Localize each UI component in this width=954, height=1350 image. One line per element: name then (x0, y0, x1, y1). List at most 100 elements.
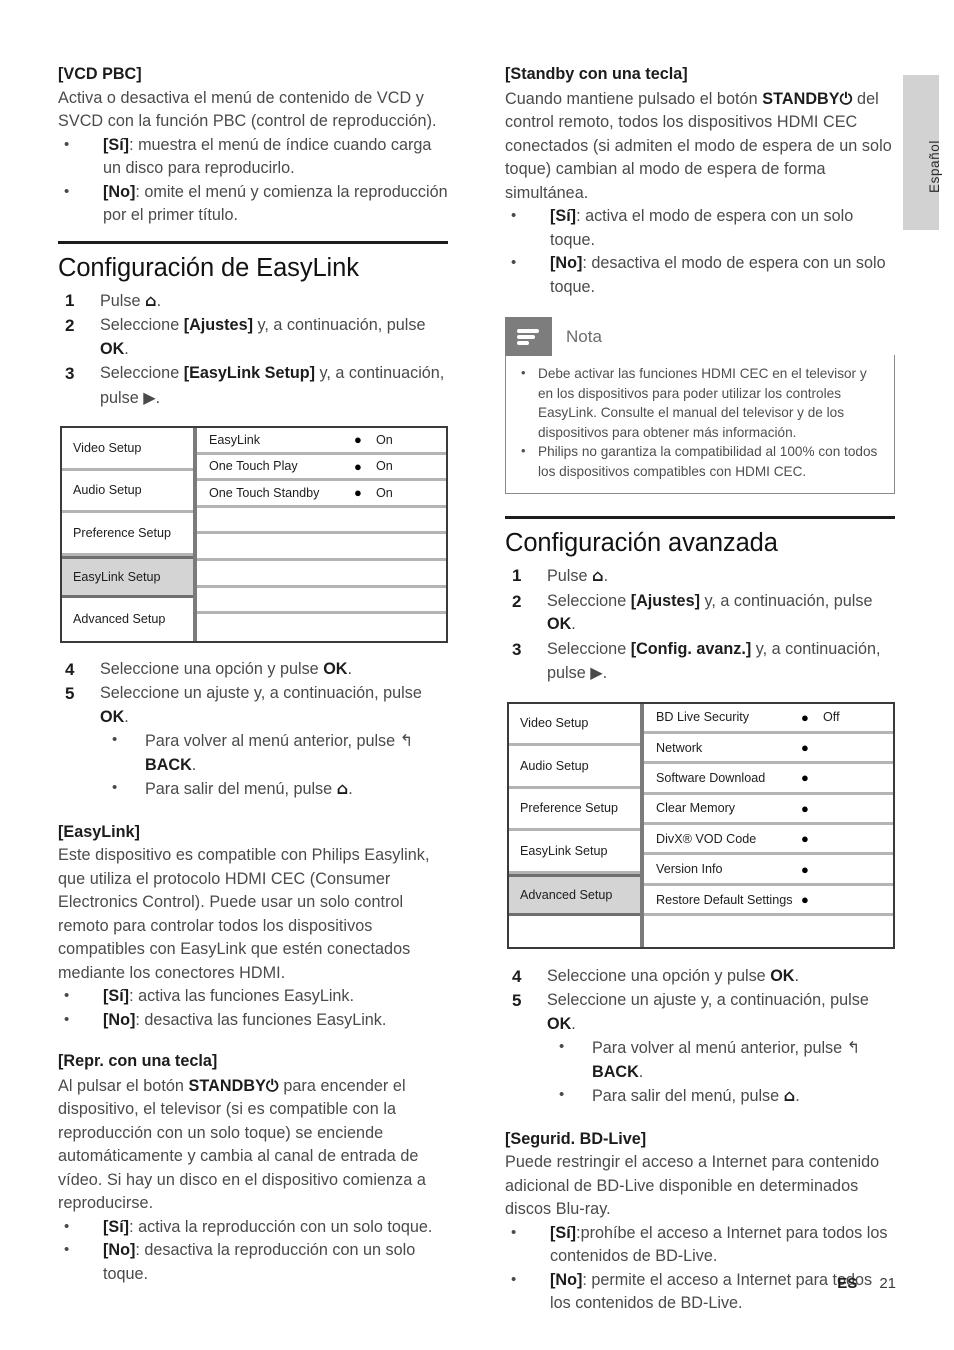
osd-row-empty (197, 588, 446, 615)
osd-row-divx-vod-code[interactable]: DivX® VOD Code ● (644, 825, 893, 856)
bullet-bold-key: BACK (592, 1062, 639, 1081)
bullet-text: : activa la reproducción con un solo toq… (129, 1217, 433, 1236)
home-icon: ⌂ (336, 779, 349, 799)
easylink-description-bullets: [Sí]: activa las funciones EasyLink. [No… (58, 984, 448, 1033)
bullet-dot-icon: ● (801, 800, 809, 816)
osd-left-item-easylink-setup[interactable]: EasyLink Setup (62, 555, 193, 598)
osd-left-item-video-setup[interactable]: Video Setup (509, 704, 640, 746)
step-text: Pulse (100, 291, 145, 310)
osd-row-value: On (376, 432, 393, 447)
language-side-tab-label: Español (927, 140, 942, 193)
home-icon: ⌂ (783, 1086, 796, 1106)
osd-row-version-info[interactable]: Version Info ● (644, 855, 893, 886)
bullet-dot-icon: ● (801, 770, 809, 786)
step-text-end: . (794, 966, 799, 985)
one-touch-standby-body: Cuando mantiene pulsado el botón STANDBY… (505, 87, 895, 206)
body-text: Cuando mantiene pulsado el botón (505, 89, 763, 108)
note-header: Nota (505, 317, 895, 356)
osd-row-label: Software Download (656, 770, 766, 785)
body-text: Al pulsar el botón (58, 1076, 189, 1095)
osd-left-item-audio-setup[interactable]: Audio Setup (509, 746, 640, 789)
home-icon: ⌂ (592, 566, 604, 585)
step-text: Seleccione una opción y pulse (100, 659, 324, 678)
step-number: 5 (65, 684, 75, 704)
osd-row-empty (197, 561, 446, 588)
list-item: Para volver al menú anterior, pulse ↰ BA… (547, 1035, 895, 1084)
page-body: [VCD PBC] Activa o desactiva el menú de … (58, 63, 896, 1316)
step-4: 4 Seleccione una opción y pulse OK. (58, 658, 448, 682)
step-text: Seleccione (100, 364, 184, 382)
step-sub-bullets: Para volver al menú anterior, pulse ↰ BA… (100, 728, 448, 802)
step-text-end: . (347, 659, 352, 678)
step-number: 1 (512, 566, 522, 585)
osd-left-item-advanced-setup[interactable]: Advanced Setup (509, 873, 640, 916)
easylink-description-heading: [EasyLink] (58, 822, 140, 841)
list-item: Philips no garantiza la compatibilidad a… (516, 441, 880, 481)
bullet-text: : muestra el menú de índice cuando carga… (103, 135, 432, 178)
language-side-tab: Español (903, 75, 942, 230)
list-item: [No]: omite el menú y comienza la reprod… (58, 180, 448, 228)
one-touch-standby-block: [Standby con una tecla] Cuando mantiene … (505, 63, 895, 299)
step-3: 3 Seleccione [Config. avanz.] y, a conti… (505, 638, 895, 686)
list-item: [No]: desactiva las funciones EasyLink. (58, 1008, 448, 1033)
osd-right-panel: EasyLink ● On One Touch Play ● On One To… (197, 428, 446, 641)
right-column: [Standby con una tecla] Cuando mantiene … (505, 63, 895, 1316)
bullet-text: : desactiva el modo de espera con un sol… (550, 254, 886, 296)
bullet-text: Para volver al menú anterior, pulse (145, 732, 400, 751)
osd-left-item-preference-setup[interactable]: Preference Setup (509, 789, 640, 831)
osd-row-network[interactable]: Network ● (644, 734, 893, 765)
osd-row-label: DivX® VOD Code (656, 831, 757, 846)
step-text-end: . (124, 339, 129, 358)
list-item: [No]: desactiva el modo de espera con un… (505, 251, 895, 299)
osd-row-label: Network (656, 740, 703, 755)
step-text-end: . (571, 1014, 576, 1033)
osd-row-label: Version Info (656, 862, 723, 877)
step-text: Seleccione un ajuste y, a continuación, … (100, 684, 422, 703)
list-item: Debe activar las funciones HDMI CEC en e… (516, 363, 880, 442)
osd-left-item-advanced-setup[interactable]: Advanced Setup (62, 598, 193, 641)
osd-left-item-audio-setup[interactable]: Audio Setup (62, 471, 193, 513)
osd-row-clear-memory[interactable]: Clear Memory ● (644, 795, 893, 826)
step-bold-key: OK (323, 659, 348, 678)
osd-left-item-easylink-setup[interactable]: EasyLink Setup (509, 831, 640, 874)
list-item: [Sí]: activa la reproducción con un solo… (58, 1215, 448, 1240)
power-icon: ⏻ (839, 88, 853, 108)
step-bold-key: OK (770, 966, 795, 985)
bullet-dot-icon: ● (354, 458, 362, 474)
osd-row-software-download[interactable]: Software Download ● (644, 764, 893, 795)
body-text-end: para encender el dispositivo, el televis… (58, 1076, 426, 1213)
osd-left-item-video-setup[interactable]: Video Setup (62, 428, 193, 471)
osd-row-restore-default-settings[interactable]: Restore Default Settings ● (644, 886, 893, 917)
bullet-text: Para volver al menú anterior, pulse (592, 1039, 847, 1058)
bullet-dot-icon: ● (801, 831, 809, 847)
bullet-term: [No] (103, 1241, 136, 1260)
step-bold-key: OK (100, 339, 125, 358)
step-number: 3 (65, 364, 75, 383)
list-item: [Sí]: activa el modo de espera con un so… (505, 204, 895, 252)
vcd-pbc-block: [VCD PBC] Activa o desactiva el menú de … (58, 63, 448, 228)
power-icon: ⏻ (265, 1075, 279, 1095)
osd-row-easylink[interactable]: EasyLink ● On (197, 428, 446, 455)
osd-left-item-preference-setup[interactable]: Preference Setup (62, 513, 193, 556)
back-arrow-icon: ↰ (399, 731, 414, 751)
bullet-text: :prohíbe el acceso a Internet para todos… (550, 1223, 888, 1266)
osd-row-one-touch-standby[interactable]: One Touch Standby ● On (197, 481, 446, 508)
easylink-steps-after: 4 Seleccione una opción y pulse OK. 5 Se… (58, 658, 448, 802)
standby-key-label: STANDBY (762, 89, 840, 108)
one-touch-play-body: Al pulsar el botón STANDBY⏻ para encende… (58, 1074, 448, 1216)
step-text: Seleccione una opción y pulse (547, 966, 771, 985)
step-2: 2 Seleccione [Ajustes] y, a continuación… (505, 590, 895, 637)
footer-page-number: 21 (879, 1275, 896, 1292)
note-lines-icon (505, 317, 552, 356)
osd-row-bd-live-security[interactable]: BD Live Security ● Off (644, 704, 893, 734)
osd-row-empty (197, 534, 446, 561)
bd-live-security-bullets: [Sí]:prohíbe el acceso a Internet para t… (505, 1221, 895, 1316)
list-item: [Sí]:prohíbe el acceso a Internet para t… (505, 1221, 895, 1269)
step-1: 1 Pulse ⌂. (505, 564, 895, 589)
osd-row-empty (197, 614, 446, 641)
right-arrow-icon: ▶ (590, 663, 603, 682)
list-item: [Sí]: activa las funciones EasyLink. (58, 984, 448, 1009)
osd-row-one-touch-play[interactable]: One Touch Play ● On (197, 455, 446, 482)
bullet-term: [Sí] (103, 135, 130, 154)
osd-row-value: Off (823, 710, 840, 725)
